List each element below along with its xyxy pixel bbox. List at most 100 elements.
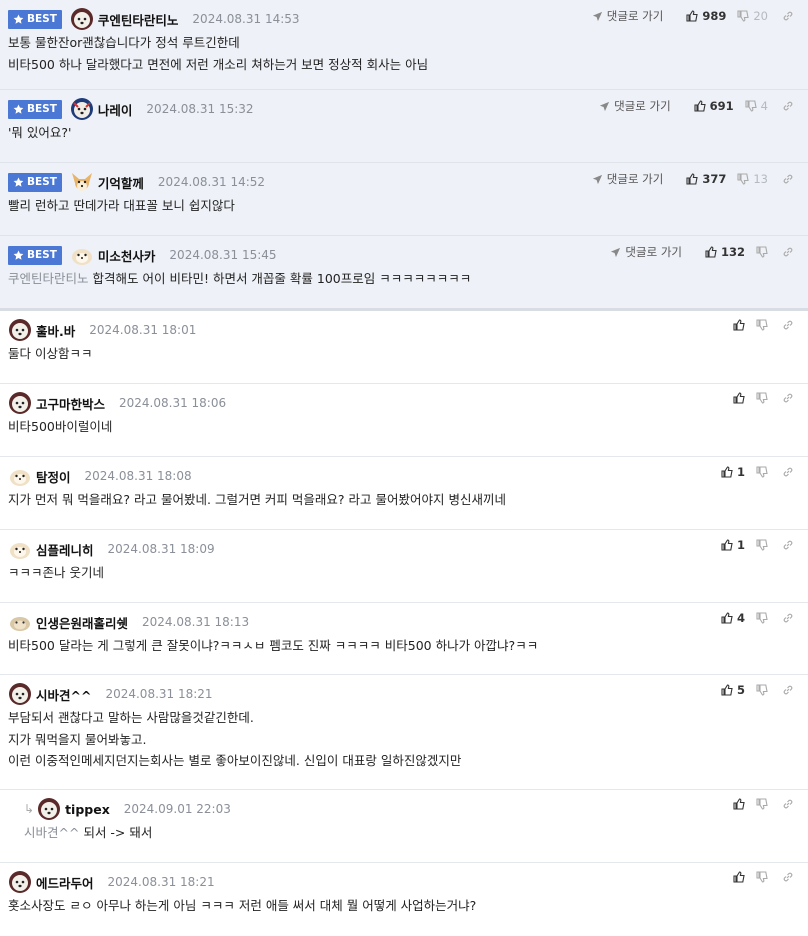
thumbs-down-icon — [756, 466, 768, 478]
thumbs-up-icon — [694, 100, 706, 112]
mention-link[interactable]: 쿠엔틴타란티노 — [8, 271, 89, 286]
upvote-button[interactable] — [733, 871, 745, 883]
comment-text: 합격해도 어이 비타민! 하면서 개꼽줄 확률 100프로임 ㅋㅋㅋㅋㅋㅋㅋㅋ — [92, 271, 472, 286]
upvote-button[interactable]: 1 — [721, 538, 745, 552]
goto-comment-link[interactable]: 댓글로 가기 — [592, 8, 663, 24]
best-comment: BEST 쿠엔틴타란티노 2024.08.31 14:53 댓글로 가기 989… — [0, 0, 808, 90]
upvote-button[interactable]: 4 — [721, 611, 745, 625]
upvote-button[interactable]: 691 — [694, 99, 734, 113]
avatar[interactable] — [70, 7, 94, 31]
avatar[interactable] — [8, 610, 32, 634]
avatar[interactable] — [8, 464, 32, 488]
downvote-button[interactable] — [756, 798, 768, 810]
comment-date: 2024.08.31 14:52 — [157, 175, 266, 189]
comment-date: 2024.08.31 18:06 — [119, 396, 227, 410]
avatar[interactable] — [70, 97, 94, 121]
mention-link[interactable]: 시바견^^ — [24, 825, 79, 840]
goto-comment-link[interactable]: 댓글로 가기 — [610, 244, 682, 260]
comment-date: 2024.09.01 22:03 — [123, 802, 231, 816]
avatar[interactable] — [8, 682, 32, 706]
best-comment: BEST 기억할께 2024.08.31 14:52 댓글로 가기 377 13… — [0, 163, 808, 236]
nickname[interactable]: 훌바.바 — [36, 321, 75, 340]
comment: 심플레니히 2024.08.31 18:09 1 ㅋㅋㅋ존나 웃기네 — [0, 530, 808, 603]
link-icon[interactable] — [782, 100, 794, 112]
thumbs-up-icon — [705, 246, 717, 258]
nickname[interactable]: 에드라두어 — [36, 873, 94, 892]
upvote-button[interactable] — [733, 319, 745, 331]
avatar[interactable] — [8, 537, 32, 561]
star-icon — [13, 104, 24, 114]
downvote-button[interactable] — [756, 392, 768, 404]
avatar[interactable] — [8, 870, 32, 894]
thumbs-down-icon — [756, 392, 768, 404]
link-icon[interactable] — [782, 612, 794, 624]
link-icon[interactable] — [782, 684, 794, 696]
nickname[interactable]: 미소천사카 — [98, 246, 156, 265]
comment-date: 2024.08.31 18:01 — [89, 323, 197, 337]
thumbs-down-icon — [737, 173, 750, 185]
nickname[interactable]: 나레이 — [98, 100, 133, 119]
comment: 인생은원래홀리쉣 2024.08.31 18:13 4 비타500 달라는 게 … — [0, 603, 808, 675]
link-icon[interactable] — [782, 539, 794, 551]
avatar[interactable] — [37, 797, 61, 821]
comment-text: ㅋㅋㅋ존나 웃기네 — [8, 565, 104, 580]
upvote-button[interactable]: 989 — [686, 9, 726, 23]
comment-date: 2024.08.31 18:09 — [107, 542, 215, 556]
downvote-button[interactable] — [756, 539, 768, 551]
upvote-button[interactable]: 5 — [721, 683, 745, 697]
link-icon[interactable] — [782, 246, 794, 258]
link-icon[interactable] — [782, 319, 794, 331]
avatar[interactable] — [70, 170, 94, 194]
avatar[interactable] — [8, 318, 32, 342]
goto-comment-link[interactable]: 댓글로 가기 — [592, 171, 663, 187]
nickname[interactable]: tippex — [65, 802, 110, 817]
downvote-button[interactable] — [756, 466, 768, 478]
downvote-button[interactable] — [756, 684, 768, 696]
link-icon[interactable] — [782, 466, 794, 478]
nickname[interactable]: 고구마한박스 — [36, 394, 105, 413]
downvote-button[interactable] — [756, 612, 768, 624]
link-icon[interactable] — [782, 798, 794, 810]
link-icon[interactable] — [782, 871, 794, 883]
downvote-button[interactable]: 13 — [737, 172, 768, 186]
send-icon — [592, 11, 602, 21]
goto-comment-link[interactable]: 댓글로 가기 — [599, 98, 671, 114]
comment-date: 2024.08.31 14:53 — [192, 12, 300, 26]
downvote-button[interactable] — [756, 871, 768, 883]
comment-text: 지가 먼저 뭐 먹을래요? 라고 물어봤네. 그럴거면 커피 먹을래요? 라고 … — [8, 492, 506, 507]
comment-text: 보통 물한잔or괜찮습니다가 정석 루트긴한데 — [8, 35, 240, 50]
avatar[interactable] — [8, 391, 32, 415]
upvote-button[interactable]: 1 — [721, 465, 745, 479]
thumbs-down-icon — [756, 246, 768, 258]
send-icon — [592, 174, 602, 184]
thumbs-down-icon — [756, 684, 768, 696]
upvote-button[interactable] — [733, 798, 745, 810]
comment-text: 지가 뭐먹을지 물어봐놓고. — [8, 731, 147, 747]
nickname[interactable]: 쿠엔틴타란티노 — [98, 10, 179, 29]
best-badge: BEST — [8, 245, 62, 265]
best-comment: BEST 나레이 2024.08.31 15:32 댓글로 가기 691 4 '… — [0, 90, 808, 163]
downvote-button[interactable]: 4 — [745, 99, 768, 113]
link-icon[interactable] — [782, 173, 794, 185]
comment: 훌바.바 2024.08.31 18:01 둘다 이상함ㅋㅋ — [0, 311, 808, 384]
upvote-button[interactable] — [733, 392, 745, 404]
comment-text: 빨리 런하고 딴데가라 대표꼴 보니 쉽지않다 — [8, 198, 235, 213]
thumbs-up-icon — [733, 798, 745, 810]
upvote-button[interactable]: 377 — [686, 172, 726, 186]
upvote-button[interactable]: 132 — [705, 245, 745, 259]
nickname[interactable]: 시바견^^ — [36, 685, 91, 704]
nickname[interactable]: 심플레니히 — [36, 540, 94, 559]
link-icon[interactable] — [782, 392, 794, 404]
nickname[interactable]: 탐정이 — [36, 467, 71, 486]
best-comment: BEST 미소천사카 2024.08.31 15:45 댓글로 가기 132 쿠… — [0, 236, 808, 311]
nickname[interactable]: 기억할께 — [98, 173, 144, 192]
link-icon[interactable] — [782, 10, 794, 22]
comment: 에드라두어 2024.08.31 18:21 홋소사장도 ㄹㅇ 아무나 하는게 … — [0, 863, 808, 936]
thumbs-down-icon — [756, 539, 768, 551]
comment: 탐정이 2024.08.31 18:08 1 지가 먼저 뭐 먹을래요? 라고 … — [0, 457, 808, 530]
avatar[interactable] — [70, 243, 94, 267]
nickname[interactable]: 인생은원래홀리쉣 — [36, 613, 128, 632]
downvote-button[interactable] — [756, 319, 768, 331]
downvote-button[interactable]: 20 — [737, 9, 768, 23]
downvote-button[interactable] — [756, 246, 768, 258]
